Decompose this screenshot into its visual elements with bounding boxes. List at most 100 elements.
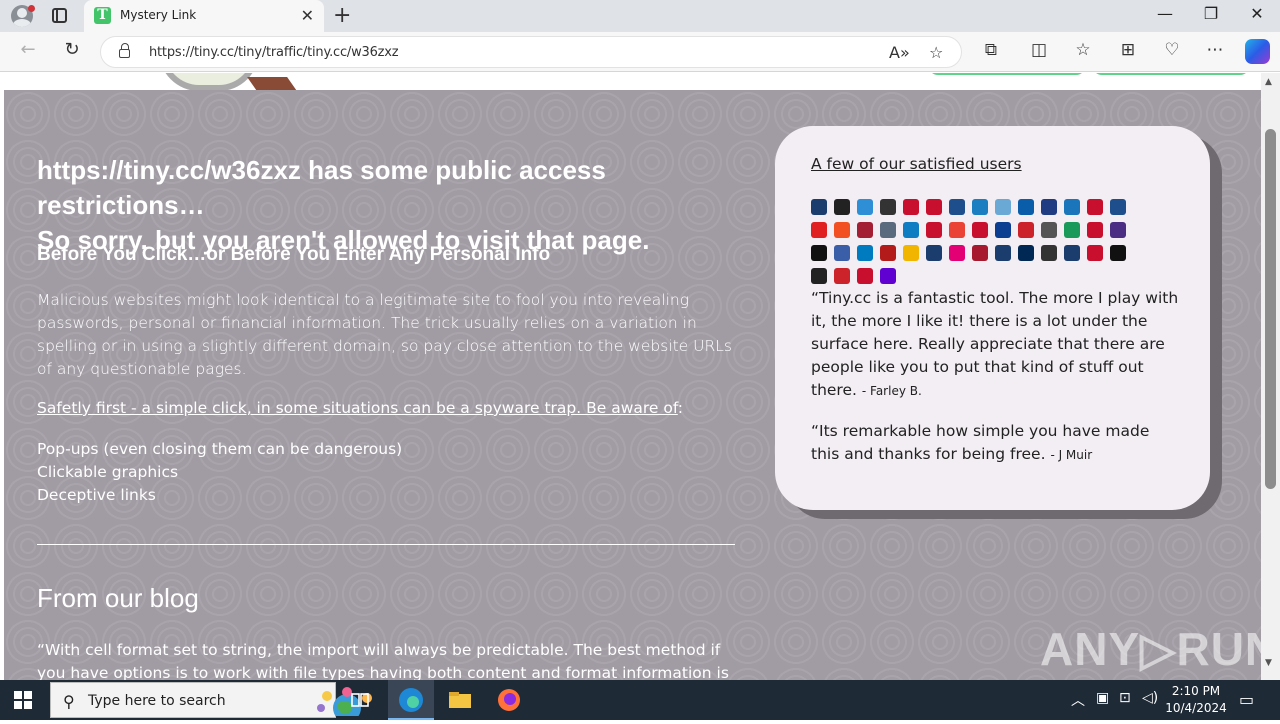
partner-logo-icon	[811, 268, 827, 284]
partner-logo-icon	[834, 245, 850, 261]
partner-logo-icon	[903, 245, 919, 261]
blog-heading: From our blog	[37, 583, 199, 613]
windows-start-icon[interactable]	[14, 691, 32, 709]
partner-logo-icon	[1018, 222, 1034, 238]
address-toolbar: ← ↻ https://tiny.cc/tiny/traffic/tiny.cc…	[0, 32, 1280, 72]
blog-excerpt: “With cell format set to string, the imp…	[37, 641, 729, 680]
partner-logo-icon	[1087, 222, 1103, 238]
quote-text: “Tiny.cc is a fantastic tool. The more I…	[811, 289, 1179, 399]
browser-essentials-icon[interactable]: ♡	[1160, 40, 1184, 60]
lock-icon[interactable]	[119, 43, 130, 58]
magnifier-logo-icon	[159, 73, 259, 91]
scrollbar-thumb[interactable]	[1265, 129, 1276, 489]
tab-title: Mystery Link	[120, 8, 197, 22]
partner-logo-icon	[949, 199, 965, 215]
network-icon[interactable]: ⊡	[1119, 690, 1131, 706]
partner-logo-icon	[811, 199, 827, 215]
partner-logo-icon	[857, 268, 873, 284]
more-icon[interactable]: ⋯	[1203, 40, 1227, 60]
file-explorer-icon[interactable]	[446, 686, 474, 714]
list-item: Pop-ups (even closing them can be danger…	[37, 440, 403, 458]
page-title: https://tiny.cc/w36zxz has some public a…	[37, 153, 757, 258]
warning-paragraph: Malicious websites might look identical …	[37, 291, 732, 378]
address-bar[interactable]: https://tiny.cc/tiny/traffic/tiny.cc/w36…	[100, 36, 962, 68]
partner-logo-icon	[1041, 245, 1057, 261]
partner-logo-icon	[949, 222, 965, 238]
quote-author: - J Muir	[1050, 448, 1093, 462]
refresh-icon[interactable]: ↻	[60, 39, 84, 60]
quote-author: - Farley B.	[861, 384, 922, 398]
network-drive-icon[interactable]: ▣	[1096, 690, 1109, 706]
tab-actions-icon[interactable]	[52, 8, 67, 23]
partner-logo-icon	[1041, 222, 1057, 238]
partner-logo-icon	[972, 199, 988, 215]
extensions-icon[interactable]: ⧉	[979, 40, 1003, 60]
search-icon: ⚲	[63, 692, 75, 711]
tab-mystery-link[interactable]: T Mystery Link ✕	[84, 0, 324, 32]
partner-logo-icon	[1041, 199, 1057, 215]
partner-logo-icon	[995, 245, 1011, 261]
favorite-star-icon[interactable]: ☆	[929, 43, 943, 62]
chevron-up-icon[interactable]: ︿	[1071, 690, 1085, 710]
firefox-icon[interactable]	[495, 686, 523, 714]
list-item: Deceptive links	[37, 486, 156, 504]
partner-logo-icon	[880, 199, 896, 215]
scroll-up-icon[interactable]: ▲	[1265, 77, 1272, 87]
vertical-scrollbar[interactable]: ▲ ▼	[1261, 73, 1280, 680]
partner-logo-icon	[926, 222, 942, 238]
volume-icon[interactable]: ◁)	[1142, 690, 1158, 706]
partner-logo-icon	[972, 222, 988, 238]
partner-logo-icon	[1064, 222, 1080, 238]
partner-logo-icon	[903, 222, 919, 238]
read-aloud-icon[interactable]: A»	[889, 43, 910, 62]
taskbar: ⚲ Type here to search ︿ ▣ ⊡ ◁) 2:10 PM 1…	[0, 680, 1280, 720]
card-title[interactable]: A few of our satisfied users	[811, 155, 1022, 173]
scroll-down-icon[interactable]: ▼	[1265, 658, 1272, 668]
collections-icon[interactable]: ⊞	[1116, 40, 1140, 60]
subheading: Before You Click…or Before You Enter Any…	[37, 244, 551, 265]
partner-logo-icon	[880, 245, 896, 261]
notifications-icon[interactable]: ▭	[1239, 690, 1254, 709]
testimonial-quote: “Its remarkable how simple you have made…	[811, 420, 1179, 467]
partner-logo-icon	[926, 245, 942, 261]
taskbar-clock[interactable]: 2:10 PM 10/4/2024	[1163, 683, 1229, 717]
minimize-icon[interactable]: —	[1153, 4, 1177, 23]
magnifier-handle	[247, 77, 297, 91]
partner-logo-icon	[926, 199, 942, 215]
clock-time: 2:10 PM	[1171, 684, 1221, 698]
partner-logo-icon	[880, 268, 896, 284]
partner-logo-icon	[834, 268, 850, 284]
new-tab-icon[interactable]: +	[333, 3, 351, 28]
safety-colon: :	[677, 399, 683, 417]
safety-line: Safetly first - a simple click, in some …	[37, 399, 683, 417]
safety-link[interactable]: Safetly first - a simple click, in some …	[37, 399, 678, 417]
partner-logo-icon	[1087, 199, 1103, 215]
copilot-icon[interactable]	[1245, 39, 1270, 64]
quote-text: “Its remarkable how simple you have made…	[811, 422, 1150, 463]
list-item: Clickable graphics	[37, 463, 179, 481]
partner-logo-icon	[811, 245, 827, 261]
header-button-1[interactable]	[928, 73, 1086, 75]
partner-logo-icon	[834, 199, 850, 215]
close-icon[interactable]: ✕	[301, 6, 314, 25]
window-close-icon[interactable]: ✕	[1245, 4, 1269, 23]
restore-icon[interactable]: ❐	[1199, 4, 1223, 23]
task-view-icon[interactable]	[346, 686, 374, 714]
partner-logo-icon	[1018, 199, 1034, 215]
partner-logo-icon	[880, 222, 896, 238]
split-screen-icon[interactable]: ◫	[1027, 40, 1051, 60]
title-line-1: https://tiny.cc/w36zxz has some public a…	[37, 155, 606, 220]
partner-logo-icon	[857, 222, 873, 238]
search-placeholder[interactable]: Type here to search	[88, 693, 226, 709]
header-button-2[interactable]	[1092, 73, 1250, 75]
anyrun-watermark: ANY▷RUN	[1040, 623, 1280, 675]
url-text[interactable]: https://tiny.cc/tiny/traffic/tiny.cc/w36…	[149, 45, 399, 60]
partner-logo-icon	[1110, 222, 1126, 238]
tab-favicon-icon: T	[94, 7, 111, 24]
edge-taskbar-icon[interactable]	[388, 680, 434, 720]
partner-logo-icon	[811, 222, 827, 238]
back-icon[interactable]: ←	[16, 39, 40, 60]
favorites-icon[interactable]: ☆	[1071, 40, 1095, 60]
page-header-strip	[4, 73, 1261, 91]
taskbar-search[interactable]: ⚲ Type here to search	[50, 682, 372, 718]
